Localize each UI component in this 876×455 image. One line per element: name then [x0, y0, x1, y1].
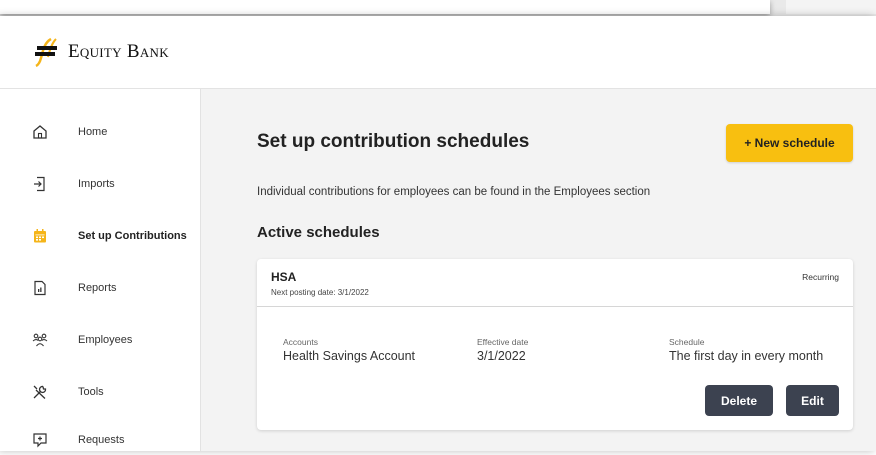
- sidebar-item-label: Tools: [78, 386, 104, 398]
- tools-icon: [31, 383, 49, 401]
- report-icon: [31, 279, 49, 297]
- sidebar-item-tools[interactable]: Tools: [0, 377, 200, 407]
- schedule-type-badge: Recurring: [802, 272, 839, 282]
- schedule-name: HSA: [271, 270, 297, 284]
- next-posting-date: Next posting date: 3/1/2022: [271, 288, 369, 297]
- schedule-card-header: HSA Next posting date: 3/1/2022 Recurrin…: [257, 259, 853, 307]
- home-icon: [31, 123, 49, 141]
- accounts-label: Accounts: [283, 337, 318, 347]
- sidebar-item-label: Employees: [78, 334, 133, 346]
- effective-date-value: 3/1/2022: [477, 349, 526, 363]
- sidebar-item-home[interactable]: Home: [0, 117, 200, 147]
- employees-icon: [31, 331, 49, 349]
- equity-bank-logo-icon: [35, 37, 57, 67]
- page-subtitle: Individual contributions for employees c…: [257, 186, 651, 198]
- schedule-value: The first day in every month: [669, 349, 824, 363]
- sidebar-item-reports[interactable]: Reports: [0, 273, 200, 303]
- sidebar-item-label: Reports: [78, 282, 117, 294]
- effective-date-label: Effective date: [477, 337, 529, 347]
- sidebar: Home Imports Set up Contributions Report…: [0, 89, 201, 451]
- requests-icon: [31, 431, 49, 449]
- accounts-value: Health Savings Account: [283, 349, 416, 363]
- main-content: Set up contribution schedules + New sche…: [201, 89, 876, 451]
- sidebar-item-label: Imports: [78, 178, 115, 190]
- schedule-label: Schedule: [669, 337, 705, 347]
- page-title: Set up contribution schedules: [257, 131, 530, 152]
- sidebar-item-label: Requests: [78, 434, 125, 446]
- delete-button[interactable]: Delete: [705, 385, 773, 416]
- section-title-active-schedules: Active schedules: [257, 224, 380, 241]
- background-window-edge-right: [786, 0, 876, 14]
- sidebar-item-set-up-contributions[interactable]: Set up Contributions: [0, 221, 200, 251]
- sidebar-item-employees[interactable]: Employees: [0, 325, 200, 355]
- app-window: Equity Bank Home Imports Set up Contribu…: [0, 16, 876, 451]
- sidebar-item-label: Home: [78, 126, 108, 138]
- schedule-card: HSA Next posting date: 3/1/2022 Recurrin…: [257, 259, 853, 430]
- new-schedule-button[interactable]: + New schedule: [726, 124, 853, 162]
- top-bar: Equity Bank: [0, 16, 876, 89]
- sidebar-item-imports[interactable]: Imports: [0, 169, 200, 199]
- brand-name: Equity Bank: [68, 41, 169, 62]
- edit-button[interactable]: Edit: [786, 385, 839, 416]
- import-icon: [31, 175, 49, 193]
- sidebar-item-label: Set up Contributions: [78, 230, 187, 242]
- background-window-edge: [0, 0, 770, 14]
- calendar-icon: [31, 227, 49, 245]
- brand-logo[interactable]: Equity Bank: [34, 37, 169, 67]
